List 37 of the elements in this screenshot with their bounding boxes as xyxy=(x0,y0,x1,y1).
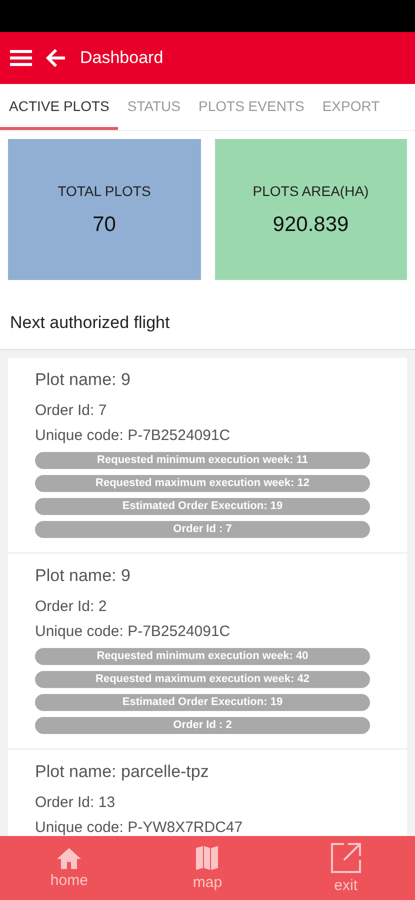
external-link-icon xyxy=(330,842,362,874)
order-id: Order Id: 2 xyxy=(35,598,108,615)
tab[interactable]: EXPORT xyxy=(313,84,389,130)
stat-value: 70 xyxy=(92,212,116,236)
info-pill: Requested minimum execution week: 11 xyxy=(35,452,370,469)
info-pill: Order Id : 2 xyxy=(35,717,370,734)
tab[interactable]: PLOTS EVENTS xyxy=(190,84,314,130)
stat-label: TOTAL PLOTS xyxy=(58,182,151,198)
plot-card[interactable]: Plot name: 9 Order Id: 7 Unique code: P-7B2524091C Requested minimum execution week: 11 Requested maximum execution week: 12 Estimated Order Execution: 19 Order Id : 7 xyxy=(8,358,407,552)
nav-item[interactable]: map xyxy=(157,836,258,900)
stat-value: 920.839 xyxy=(272,212,349,236)
plot-name: Plot name: 9 xyxy=(35,566,132,586)
order-id: Order Id: 13 xyxy=(35,794,116,811)
home-icon xyxy=(56,847,82,869)
info-pill: Requested minimum execution week: 40 xyxy=(35,648,370,665)
info-pill: Estimated Order Execution: 19 xyxy=(35,694,370,711)
unique-code: Unique code: P-7B2524091C xyxy=(35,623,232,640)
info-pill: Order Id : 7 xyxy=(35,521,370,538)
unique-code: Unique code: P-YW8X7RDC47 xyxy=(35,819,244,836)
map-icon xyxy=(195,845,220,871)
plot-card[interactable]: Plot name: parcelle-tpz Order Id: 13 Unique code: P-YW8X7RDC47 xyxy=(8,750,407,836)
screen-title: Dashboard xyxy=(80,48,164,68)
order-id: Order Id: 7 xyxy=(35,402,108,419)
tab[interactable]: ACTIVE PLOTS xyxy=(0,84,118,130)
info-pill: Requested maximum execution week: 42 xyxy=(35,671,370,688)
back-icon[interactable] xyxy=(46,49,66,67)
nav-item[interactable]: exit xyxy=(296,836,396,900)
tab[interactable]: STATUS xyxy=(118,84,190,130)
info-pill: Requested maximum execution week: 12 xyxy=(35,475,370,492)
stat-label: PLOTS AREA(HA) xyxy=(252,182,369,198)
info-pill: Estimated Order Execution: 19 xyxy=(35,498,370,515)
plot-name: Plot name: parcelle-tpz xyxy=(35,762,210,782)
menu-icon[interactable] xyxy=(10,50,32,66)
nav-item[interactable]: home xyxy=(19,836,120,900)
plot-card[interactable]: Plot name: 9 Order Id: 2 Unique code: P-7B2524091C Requested minimum execution week: 40 Requested maximum execution week: 42 Estimated Order Execution: 19 Order Id : 2 xyxy=(8,554,407,748)
unique-code: Unique code: P-7B2524091C xyxy=(35,427,232,444)
plot-name: Plot name: 9 xyxy=(35,370,132,390)
